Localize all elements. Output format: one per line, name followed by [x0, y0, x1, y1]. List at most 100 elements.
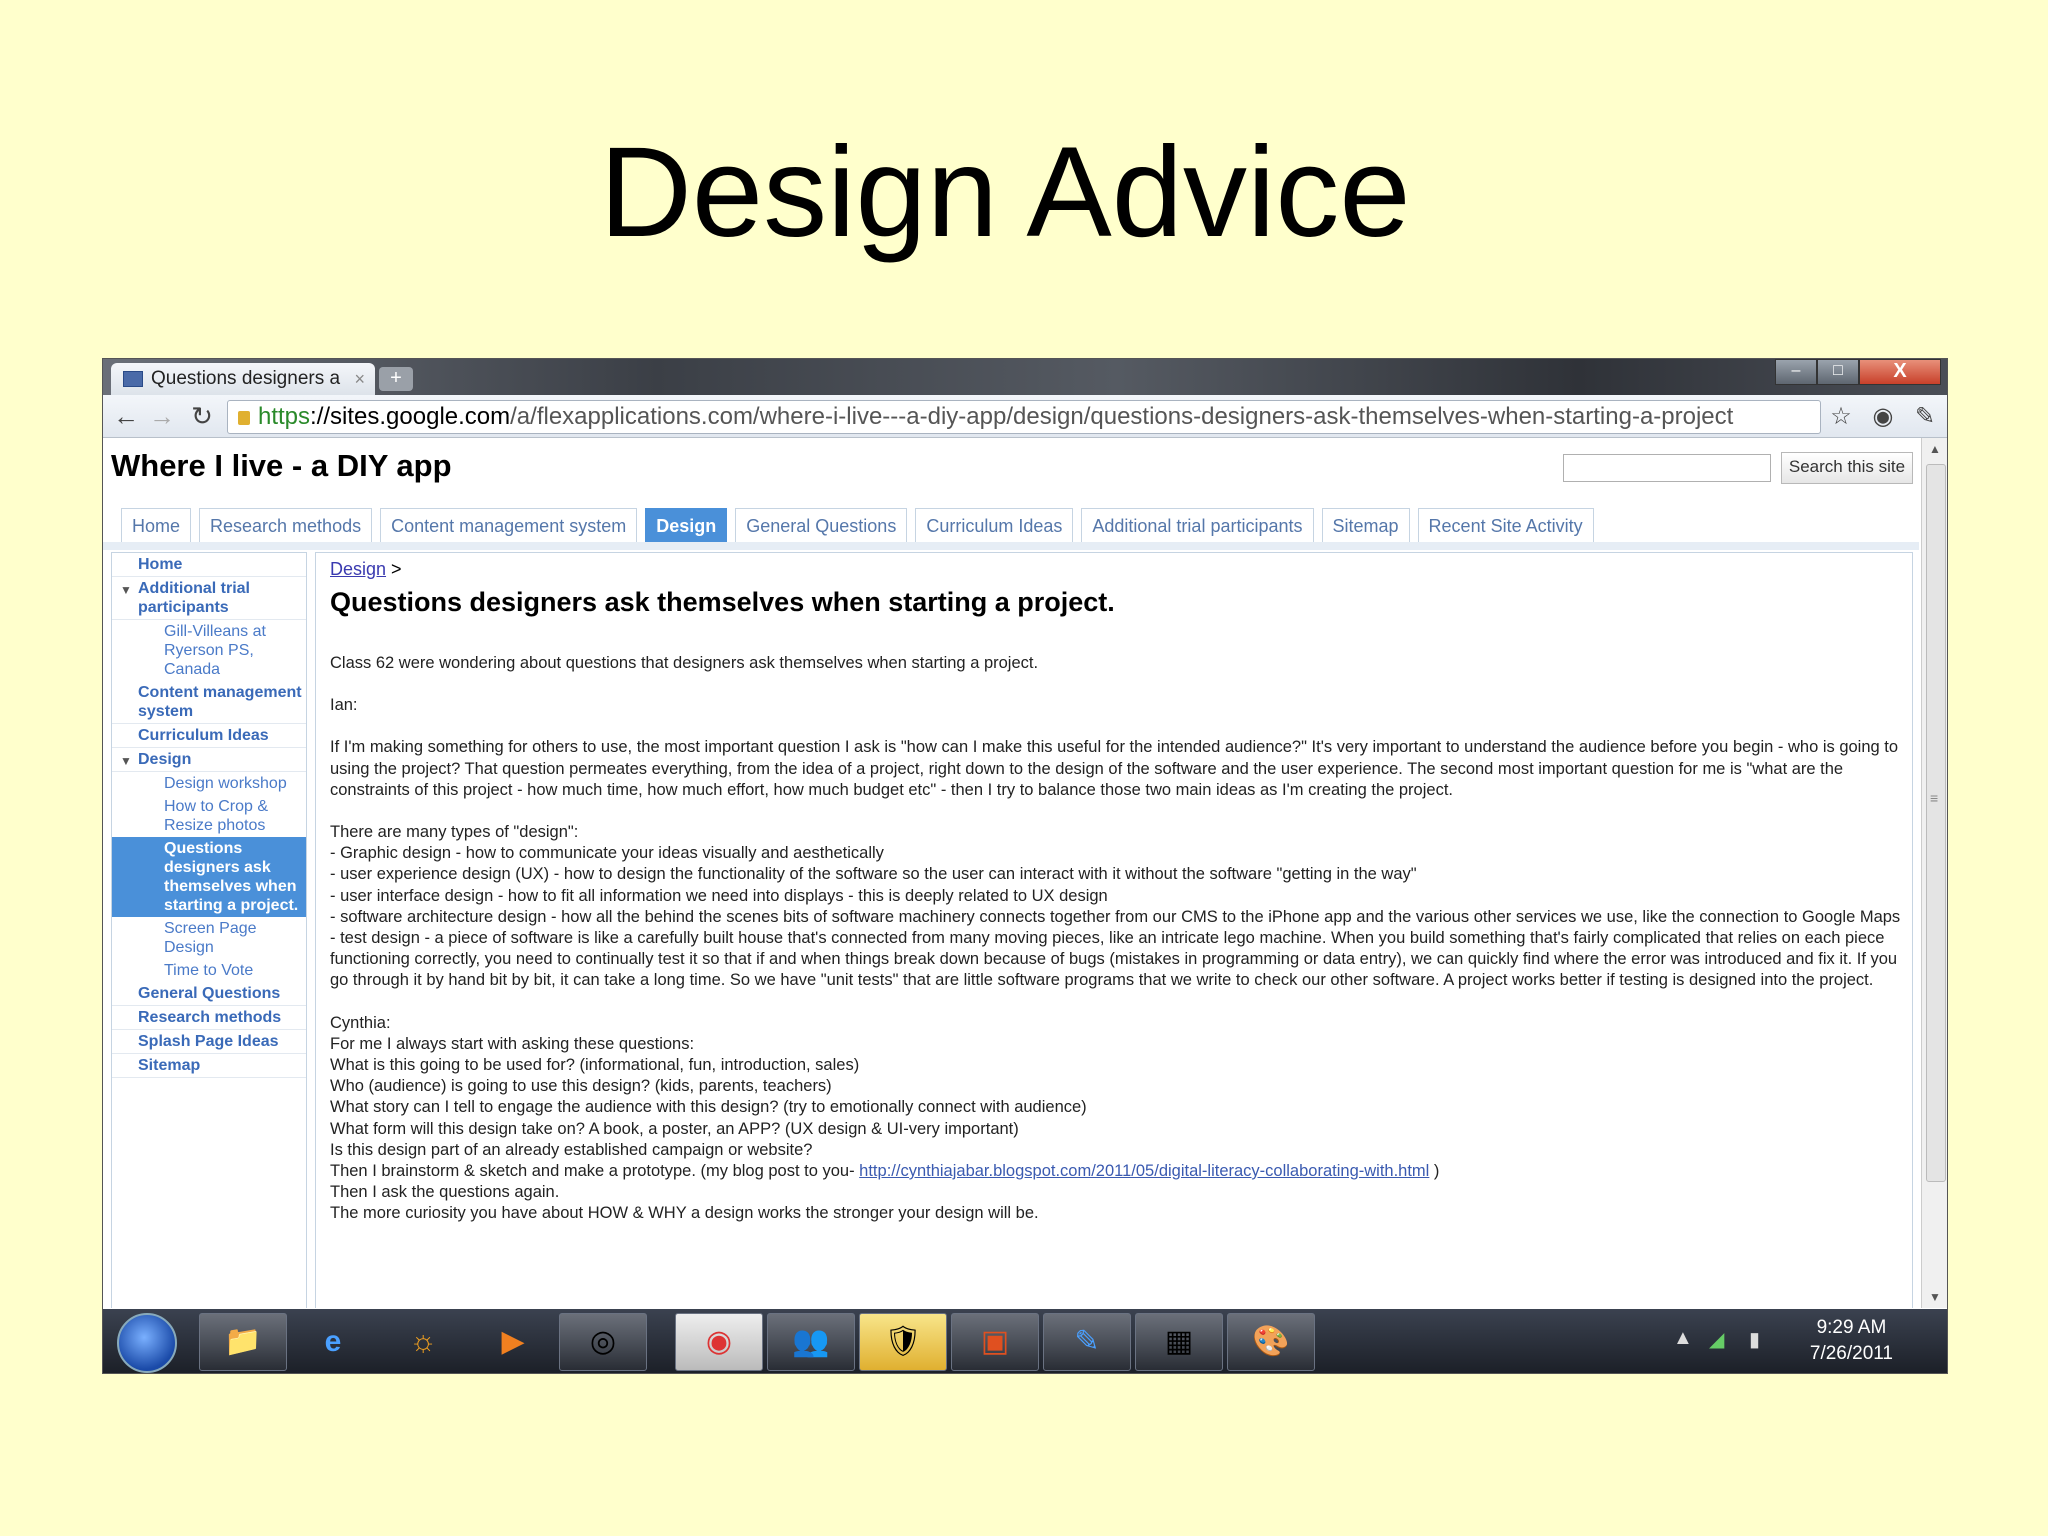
search-input[interactable] [1563, 454, 1771, 482]
internet-explorer-icon[interactable]: e [289, 1313, 377, 1371]
tab-curriculum-ideas[interactable]: Curriculum Ideas [915, 508, 1074, 543]
start-button[interactable] [117, 1313, 177, 1373]
page-title: Questions designers ask themselves when … [330, 587, 1115, 617]
browser-title-bar: Questions designers a × + – □ X [103, 359, 1947, 395]
paint-icon[interactable]: 🎨 [1227, 1313, 1315, 1371]
paragraph-brainstorm: Then I brainstorm & sketch and make a pr… [330, 1161, 1902, 1182]
expand-triangle-icon[interactable]: ▼ [120, 752, 132, 771]
breadcrumb-link-design[interactable]: Design [330, 559, 386, 579]
network-icon[interactable]: ◢ [1709, 1327, 1724, 1352]
site-title[interactable]: Where I live - a DIY app [111, 448, 452, 484]
nav-divider [103, 542, 1919, 550]
sidebar-subitem-time-to-vote[interactable]: Time to Vote [112, 959, 306, 982]
forward-arrow-icon[interactable]: → [147, 401, 177, 431]
paragraph-ian-label: Ian: [330, 696, 358, 715]
image-viewer-icon[interactable]: ▦ [1135, 1313, 1223, 1371]
sidebar: Home ▼ Additional trial participants Gill… [111, 552, 307, 1308]
paragraph-ian: If I'm making something for others to us… [330, 738, 1899, 799]
url-host: ://sites.google.com [310, 403, 511, 430]
disc-app-icon[interactable]: ◎ [559, 1313, 647, 1371]
back-arrow-icon[interactable]: ← [111, 401, 141, 431]
site-nav-tabs: Home Research methods Content management… [121, 508, 1594, 543]
tab-design[interactable]: Design [645, 508, 728, 543]
sun-app-icon[interactable]: ☼ [379, 1313, 467, 1371]
brainstorm-text: Then I brainstorm & sketch and make a pr… [330, 1162, 860, 1181]
windows-taskbar: 📁 e ☼ ▶ ◎ ◉ 👥 🛡 ▣ ✎ ▦ 🎨 ▲ ◢ ▮ 9:29 AM 7/… [103, 1309, 1947, 1373]
sidebar-item-additional[interactable]: ▼ Additional trial participants [112, 577, 306, 620]
wrench-icon[interactable]: ✎ [1911, 403, 1939, 431]
main-content: Design > Questions designers ask themsel… [315, 552, 1913, 1308]
sidebar-item-cms[interactable]: Content management system [112, 681, 306, 724]
sidebar-item-research[interactable]: Research methods [112, 1006, 306, 1030]
scroll-grip-icon: ≡ [1930, 790, 1939, 806]
tab-research-methods[interactable]: Research methods [199, 508, 373, 543]
sidebar-item-design[interactable]: ▼ Design [112, 748, 306, 772]
sidebar-subitem-questions-designers[interactable]: Questions designers ask themselves when … [112, 837, 306, 917]
sidebar-item-home[interactable]: Home [112, 553, 306, 577]
sidebar-subitem-gill-villeans[interactable]: Gill-Villeans at Ryerson PS, Canada [112, 620, 306, 681]
scroll-up-icon[interactable]: ▲ [1929, 442, 1941, 456]
sidebar-item-curriculum[interactable]: Curriculum Ideas [112, 724, 306, 748]
search-site-button[interactable]: Search this site [1781, 452, 1913, 484]
scroll-down-icon[interactable]: ▼ [1929, 1290, 1941, 1304]
tab-general-questions[interactable]: General Questions [735, 508, 908, 543]
sidebar-subitem-design-workshop[interactable]: Design workshop [112, 772, 306, 795]
paragraph-intro: Class 62 were wondering about questions … [330, 654, 1039, 672]
tab-home[interactable]: Home [121, 508, 192, 543]
bookmark-star-icon[interactable]: ☆ [1827, 403, 1855, 431]
chrome-icon[interactable]: ◉ [675, 1313, 763, 1371]
url-scheme: https [258, 403, 311, 430]
reload-icon[interactable]: ↻ [187, 401, 217, 431]
clock[interactable]: 9:29 AM 7/26/2011 [1810, 1315, 1893, 1367]
users-app-icon[interactable]: 👥 [767, 1313, 855, 1371]
paragraph-closing: Then I ask the questions again. The more… [330, 1183, 1039, 1223]
sidebar-item-general[interactable]: General Questions [112, 982, 306, 1006]
web-page: Where I live - a DIY app Search this sit… [103, 438, 1919, 1308]
expand-triangle-icon[interactable]: ▼ [120, 581, 132, 600]
battery-icon[interactable]: ▮ [1749, 1327, 1760, 1352]
browser-toolbar: ← → ↻ https://sites.google.com/a/flexapp… [103, 395, 1947, 438]
tab-title: Questions designers a [151, 368, 341, 389]
tray-expand-icon[interactable]: ▲ [1673, 1327, 1693, 1350]
sidebar-subitem-screen-page-design[interactable]: Screen Page Design [112, 917, 306, 959]
url-path: /a/flexapplications.com/where-i-live---a… [510, 403, 1734, 430]
maximize-button[interactable]: □ [1817, 359, 1859, 385]
minimize-button[interactable]: – [1775, 359, 1817, 385]
close-window-button[interactable]: X [1859, 359, 1941, 385]
tab-content-management[interactable]: Content management system [380, 508, 638, 543]
extension-icon[interactable]: ◉ [1869, 403, 1897, 431]
tab-close-icon[interactable]: × [354, 369, 365, 390]
paragraph-design-types: There are many types of "design": - Grap… [330, 823, 1901, 990]
clock-time: 9:29 AM [1816, 1317, 1887, 1338]
sidebar-item-label: Design [138, 751, 192, 768]
security-shield-icon[interactable]: 🛡 [859, 1313, 947, 1371]
tab-additional-trial[interactable]: Additional trial participants [1081, 508, 1314, 543]
sidebar-item-splash[interactable]: Splash Page Ideas [112, 1030, 306, 1054]
media-player-icon[interactable]: ▶ [469, 1313, 557, 1371]
browser-tab[interactable]: Questions designers a × [111, 363, 375, 395]
page-scrollbar[interactable]: ▲ ≡ ▼ [1921, 438, 1947, 1308]
clock-date: 7/26/2011 [1809, 1343, 1893, 1364]
window-controls: – □ X [1775, 359, 1941, 385]
page-favicon-icon [123, 371, 143, 387]
scroll-thumb[interactable] [1926, 464, 1946, 1182]
sidebar-subitem-crop-resize[interactable]: How to Crop & Resize photos [112, 795, 306, 837]
address-bar[interactable]: https://sites.google.com/a/flexapplicati… [227, 400, 1821, 434]
blog-post-link[interactable]: http://cynthiajabar.blogspot.com/2011/05… [859, 1162, 1429, 1180]
paragraph-cynthia: Cynthia: For me I always start with aski… [330, 1013, 1087, 1159]
breadcrumb: Design > [330, 559, 402, 580]
tab-sitemap[interactable]: Sitemap [1321, 508, 1410, 543]
brainstorm-text-end: ) [1429, 1162, 1440, 1181]
article-body: Class 62 were wondering about questions … [330, 653, 1902, 1246]
notes-app-icon[interactable]: ✎ [1043, 1313, 1131, 1371]
lock-icon [238, 410, 250, 425]
sidebar-item-label: Additional trial participants [138, 580, 250, 616]
slide-title: Design Advice [599, 121, 1411, 264]
sidebar-item-sitemap[interactable]: Sitemap [112, 1054, 306, 1078]
breadcrumb-separator: > [386, 559, 402, 579]
browser-screenshot: Questions designers a × + – □ X ← → ↻ ht… [102, 358, 1948, 1374]
new-tab-button[interactable]: + [379, 367, 413, 391]
tab-recent-activity[interactable]: Recent Site Activity [1417, 508, 1594, 543]
powerpoint-icon[interactable]: ▣ [951, 1313, 1039, 1371]
explorer-folder-icon[interactable]: 📁 [199, 1313, 287, 1371]
